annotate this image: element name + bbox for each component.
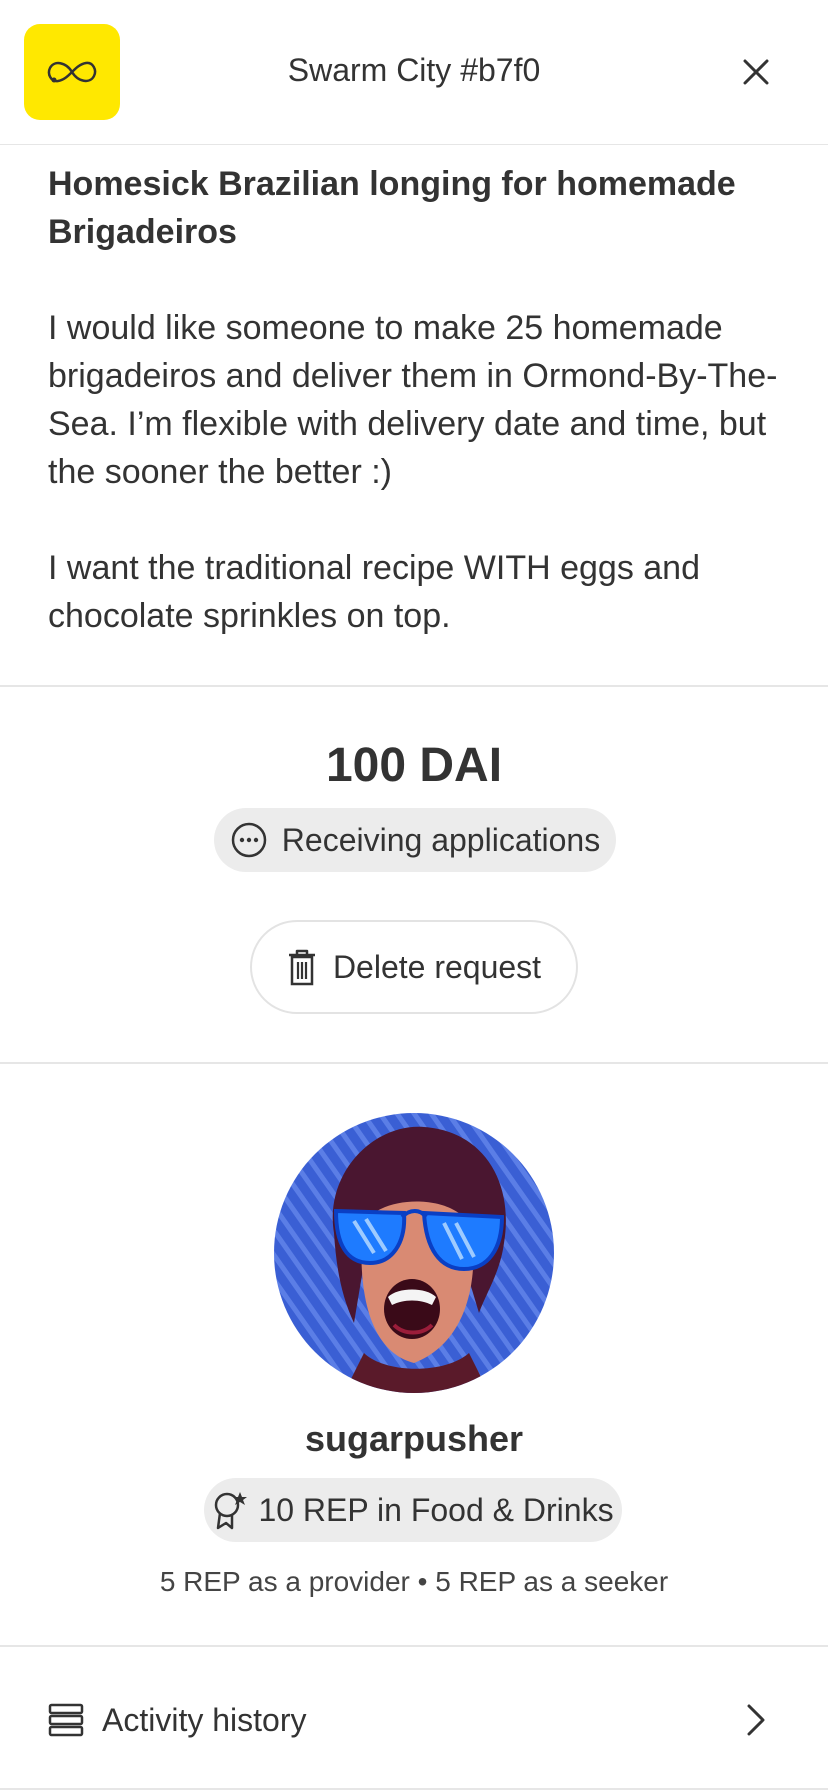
request-title: Homesick Brazilian longing for homemade … <box>48 165 736 251</box>
divider <box>0 1645 828 1647</box>
avatar-image <box>274 1113 554 1393</box>
delete-request-label: Delete request <box>332 948 542 985</box>
app-header: Swarm City #b7f0 <box>0 0 828 145</box>
close-button[interactable] <box>736 52 776 92</box>
activity-history-row[interactable]: Activity history <box>0 1650 828 1790</box>
username: sugarpusher <box>304 1418 524 1459</box>
reputation-breakdown: 5 REP as a provider • 5 REP as a seeker <box>159 1566 669 1597</box>
reputation-label: 10 REP in Food & Drinks <box>258 1491 614 1528</box>
request-description: Homesick Brazilian longing for homemade … <box>48 160 788 640</box>
page-title: Swarm City #b7f0 <box>287 52 541 88</box>
ellipsis-circle-icon <box>231 822 267 858</box>
request-body-paragraph-1: I would like someone to make 25 homemade… <box>48 309 778 491</box>
trash-icon <box>288 949 315 986</box>
request-body-paragraph-2: I want the traditional recipe WITH eggs … <box>48 549 700 635</box>
reputation-badge: 10 REP in Food & Drinks <box>204 1478 622 1542</box>
divider <box>0 1788 828 1790</box>
delete-request-button[interactable]: Delete request <box>250 920 578 1014</box>
status-badge: Receiving applications <box>214 808 616 872</box>
status-label: Receiving applications <box>281 821 601 858</box>
avatar[interactable] <box>274 1113 554 1393</box>
divider <box>0 685 828 687</box>
list-stack-icon <box>48 1703 84 1737</box>
divider <box>0 1062 828 1064</box>
activity-history-label: Activity history <box>102 1701 307 1738</box>
rosette-star-icon <box>215 1492 248 1530</box>
reward-amount: 100 DAI <box>325 739 503 792</box>
close-icon <box>743 59 769 85</box>
chevron-right-icon <box>747 1704 765 1736</box>
